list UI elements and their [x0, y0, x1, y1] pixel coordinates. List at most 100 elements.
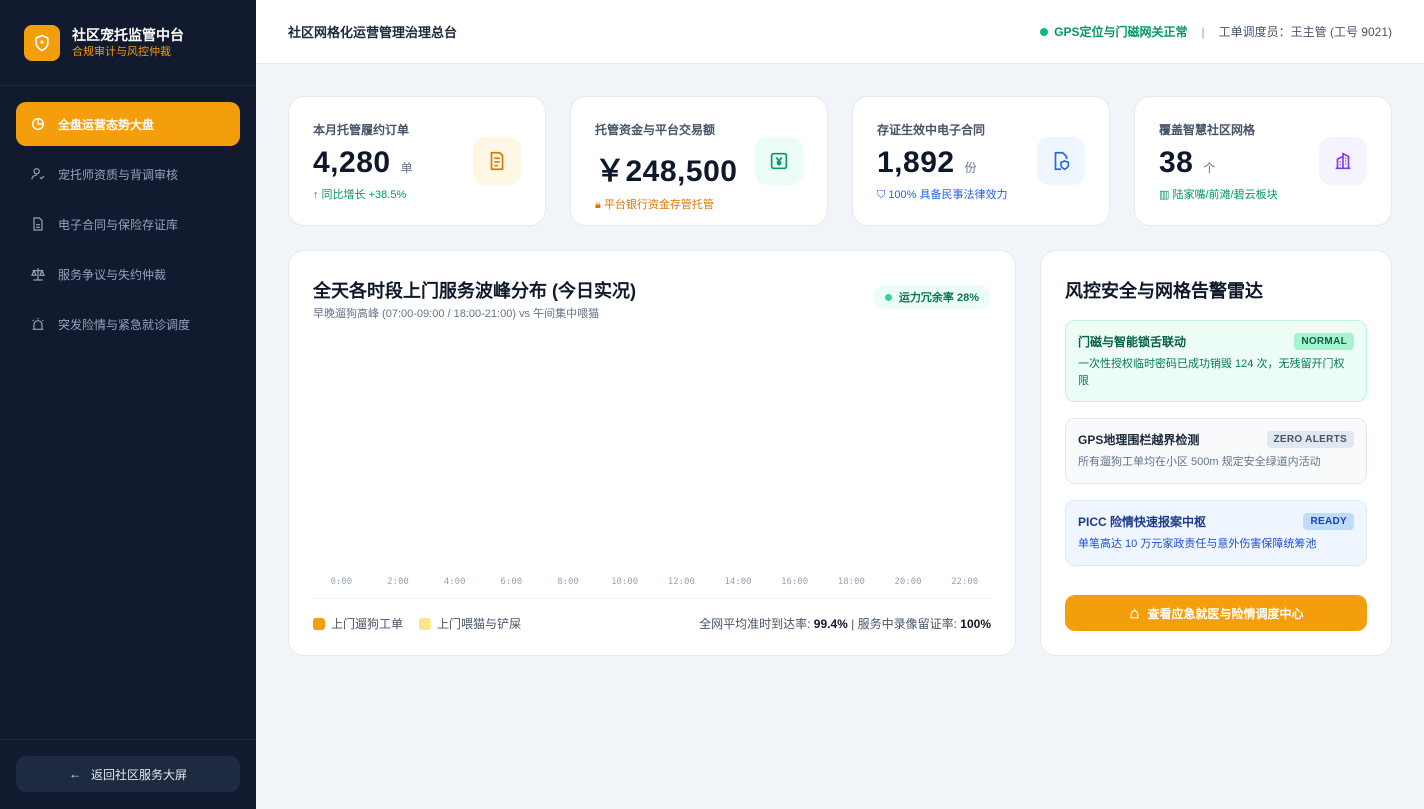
stat-note: 平台银行资金存管托管 — [603, 199, 714, 211]
sidebar-item-arbitration[interactable]: 服务争议与失约仲裁 — [16, 252, 240, 296]
sidebar: 社区宠托监管中台 合规审计与风控仲裁 全盘运营态势大盘 宠托师资质与背调审核 电… — [0, 0, 256, 809]
video-label: | 服务中录像留证率: — [847, 617, 961, 631]
alert-title: GPS地理围栏越界检测 — [1078, 433, 1200, 447]
status-dot-icon — [1040, 27, 1049, 36]
x-axis-labels: 0:00 2:00 4:00 6:00 8:00 10:00 12:00 14:00 16:00… — [313, 577, 993, 591]
x-tick-label: 4:00 — [443, 577, 466, 587]
legend-swatch — [419, 617, 432, 630]
sidebar-nav: 全盘运营态势大盘 宠托师资质与背调审核 电子合同与保险存证库 服务争议与失约仲裁… — [0, 86, 256, 368]
receipt-icon — [473, 137, 521, 185]
stat-value: 38 — [1159, 146, 1194, 179]
stat-value: 1,892 — [877, 146, 955, 179]
back-button-label: 返回社区服务大屏 — [90, 767, 187, 782]
brand-title: 社区宠托监管中台 — [72, 26, 184, 43]
chart-legend: 上门遛狗工单 上门喂猫与铲屎 — [313, 615, 537, 632]
siren-icon — [1130, 608, 1140, 618]
x-tick-label: 8:00 — [557, 577, 579, 587]
x-tick-label: 6:00 — [500, 577, 523, 587]
stat-card-grids: 覆盖智慧社区网格 38 个 ▥ 陆家嘴/前滩/碧云板块 — [1134, 96, 1392, 226]
stat-note: 陆家嘴/前滩/碧云板块 — [1172, 189, 1278, 201]
alert-door-lock[interactable]: 门磁与智能锁舌联动 NORMAL 一次性授权临时密码已成功销毁 124 次，无残… — [1065, 320, 1367, 402]
emergency-center-button[interactable]: 查看应急就医与险情调度中心 — [1065, 595, 1367, 631]
chart-plot-area — [313, 331, 993, 589]
building-icon — [1319, 137, 1367, 185]
stat-value: ￥248,500 — [595, 155, 738, 188]
siren-icon — [32, 318, 44, 330]
back-button[interactable]: ← 返回社区服务大屏 — [16, 756, 240, 792]
stat-card-contracts: 存证生效中电子合同 1,892 份 ⛉ 100% 具备民事法律效力 — [852, 96, 1110, 226]
status-badge: NORMAL — [1294, 333, 1354, 350]
page-title: 社区网格化运营管理治理总台 — [288, 25, 458, 40]
brand-subtitle: 合规审计与风控仲裁 — [72, 45, 171, 58]
stat-unit: 单 — [400, 161, 413, 175]
status-badge: ZERO ALERTS — [1266, 431, 1354, 448]
stat-label: 托管资金与平台交易额 — [595, 123, 716, 137]
alert-insurance[interactable]: PICC 险情快速报案中枢 READY 单笔高达 10 万元家政责任与意外伤害保… — [1065, 500, 1367, 566]
stat-note: ↑ 同比增长 +38.5% — [313, 189, 407, 201]
sidebar-item-sitter-review[interactable]: 宠托师资质与背调审核 — [16, 152, 240, 196]
yuan-note-icon — [755, 137, 803, 185]
legend-swatch — [313, 617, 325, 630]
arrow-left-icon: ← — [68, 767, 81, 781]
legend-item: 上门喂猫与铲屎 — [419, 615, 521, 632]
stat-card-funds: 托管资金与平台交易额 ￥248,500 🔒︎ 平台银行资金存管托管 — [570, 96, 828, 226]
chip-dot-icon — [884, 293, 892, 301]
stat-note: 100% 具备民事法律效力 — [888, 189, 1008, 201]
building-small-icon: ▥ — [1159, 189, 1170, 201]
sidebar-item-label: 突发险情与紧急就诊调度 — [58, 317, 191, 332]
sidebar-item-contracts[interactable]: 电子合同与保险存证库 — [16, 202, 240, 246]
shield-icon — [24, 24, 60, 61]
stat-value: 4,280 — [313, 146, 391, 179]
alert-desc: 一次性授权临时密码已成功销毁 124 次，无残留开门权限 — [1078, 358, 1345, 387]
capacity-chip: 运力冗余率 28% — [872, 285, 991, 309]
alert-geofence[interactable]: GPS地理围栏越界检测 ZERO ALERTS 所有遛狗工单均在小区 500m … — [1065, 418, 1367, 484]
status-badge: READY — [1303, 513, 1354, 530]
legend-label: 上门遛狗工单 — [331, 617, 404, 631]
x-tick-label: 0:00 — [330, 577, 353, 587]
button-label: 查看应急就医与险情调度中心 — [1147, 606, 1304, 621]
gateway-status: GPS定位与门磁网关正常 — [1054, 25, 1188, 39]
ontime-label: 全网平均准时到达率: — [699, 617, 814, 631]
sidebar-item-dashboard[interactable]: 全盘运营态势大盘 — [16, 102, 240, 146]
file-shield-icon — [1037, 137, 1085, 185]
brand: 社区宠托监管中台 合规审计与风控仲裁 — [0, 0, 256, 86]
x-tick-label: 22:00 — [951, 577, 979, 587]
service-peak-chart: 全天各时段上门服务波峰分布 (今日实况) 早晚遛狗高峰 (07:00-09:00… — [288, 250, 1016, 656]
stat-unit: 份 — [964, 161, 977, 175]
chip-label: 运力冗余率 28% — [898, 292, 979, 304]
sidebar-item-label: 全盘运营态势大盘 — [58, 117, 155, 132]
shield-check-icon: ⛉ — [877, 189, 886, 201]
stat-unit: 个 — [1203, 161, 1216, 175]
sidebar-item-emergency[interactable]: 突发险情与紧急就诊调度 — [16, 302, 240, 346]
pie-chart-icon — [31, 117, 45, 131]
x-tick-label: 18:00 — [837, 577, 865, 587]
stat-label: 存证生效中电子合同 — [877, 123, 986, 137]
stat-label: 本月托管履约订单 — [313, 123, 410, 137]
sidebar-item-label: 服务争议与失约仲裁 — [58, 267, 167, 282]
user-check-icon — [31, 168, 45, 180]
alert-desc: 单笔高达 10 万元家政责任与意外伤害保障统筹池 — [1078, 538, 1317, 550]
alert-title: PICC 险情快速报案中枢 — [1078, 515, 1207, 529]
x-tick-label: 20:00 — [894, 577, 922, 587]
divider — [313, 598, 993, 599]
sidebar-item-label: 宠托师资质与背调审核 — [58, 167, 179, 182]
alert-title: 门磁与智能锁舌联动 — [1078, 335, 1187, 349]
alert-desc: 所有遛狗工单均在小区 500m 规定安全绿道内活动 — [1078, 456, 1321, 468]
panel-title: 风控安全与网格告警雷达 — [1065, 281, 1263, 301]
video-rate: 100% — [960, 617, 991, 631]
x-tick-label: 10:00 — [611, 577, 639, 587]
risk-radar-panel: 风控安全与网格告警雷达 门磁与智能锁舌联动 NORMAL 一次性授权临时密码已成… — [1040, 250, 1392, 656]
x-tick-label: 14:00 — [724, 577, 752, 587]
stat-label: 覆盖智慧社区网格 — [1159, 123, 1256, 137]
lock-icon: 🔒︎ — [595, 199, 601, 211]
sidebar-footer: ← 返回社区服务大屏 — [0, 739, 256, 809]
scale-icon — [31, 268, 45, 281]
stat-card-orders: 本月托管履约订单 4,280 单 ↑ 同比增长 +38.5% — [288, 96, 546, 226]
sidebar-item-label: 电子合同与保险存证库 — [58, 217, 179, 232]
x-tick-label: 16:00 — [781, 577, 809, 587]
ontime-rate: 99.4% — [813, 617, 848, 631]
header-status: GPS定位与门磁网关正常 | 工单调度员：王主管 (工号 9021) — [1040, 23, 1392, 40]
chart-footer-stats: 全网平均准时到达率: 99.4% | 服务中录像留证率: 100% — [699, 615, 991, 632]
dispatcher-info: 工单调度员：王主管 (工号 9021) — [1218, 25, 1392, 39]
x-tick-label: 2:00 — [387, 577, 409, 587]
